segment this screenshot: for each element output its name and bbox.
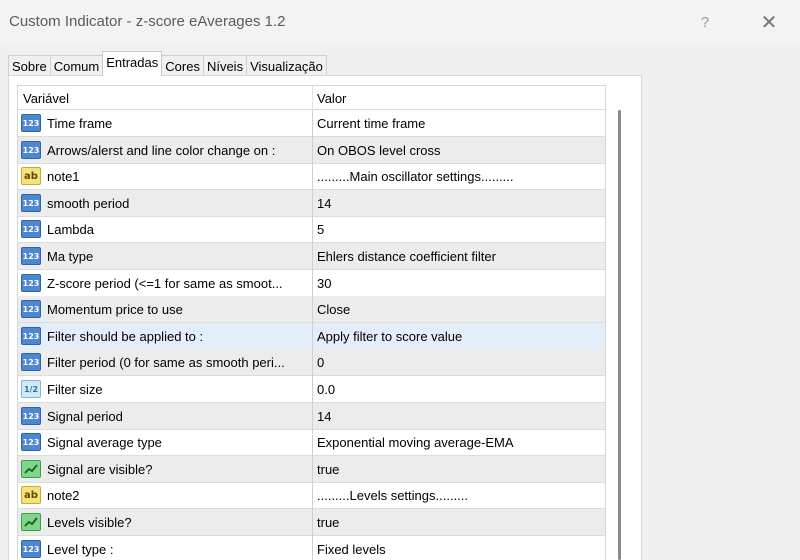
column-header-variable[interactable]: Variável [23,91,69,106]
variable-value[interactable]: 30 [317,276,602,291]
variable-name: Filter period (0 for same as smooth peri… [47,355,285,371]
table-row[interactable]: 123 Filter period (0 for same as smooth p… [18,349,605,377]
tab-strip: Sobre Comum Entradas Cores Níveis Visual… [8,51,327,76]
string-icon: ab [21,486,41,505]
variable-name: Arrows/alerst and line color change on : [47,142,276,158]
table-row[interactable]: ab note2 .........Levels settings......... [18,482,605,510]
string-icon: ab [21,167,41,186]
variable-name: Lambda [47,222,94,238]
variable-value[interactable]: Ehlers distance coefficient filter [317,249,602,264]
title-bar: Custom Indicator - z-score eAverages 1.2… [0,0,800,46]
table-row[interactable]: 123 Ma type Ehlers distance coefficient fi… [18,243,605,270]
grid-header: Variável Valor [18,86,605,110]
variable-value[interactable]: 0.0 [317,382,602,397]
int-icon: 123 [21,300,41,319]
tab-entradas[interactable]: Entradas [102,51,163,76]
table-row[interactable]: 123 Filter should be applied to : Apply fi… [18,322,605,350]
int-icon: 123 [21,220,41,239]
variable-name: Signal are visible? [47,461,153,477]
int-icon: 123 [21,539,41,558]
variable-value[interactable]: Current time frame [317,116,602,131]
table-row[interactable]: 1/2 Filter size 0.0 [18,376,605,403]
variable-name: Ma type [47,249,94,264]
table-row[interactable]: Levels visible? true [18,509,605,536]
table-row[interactable]: Signal are visible? true [18,455,605,483]
variable-value[interactable]: 14 [317,409,602,424]
variable-name: note1 [47,169,80,185]
variable-name: Level type : [47,541,114,557]
int-icon: 123 [21,433,41,452]
variable-name: Signal average type [47,435,162,451]
table-row[interactable]: ab note1 .........Main oscillator settings… [18,163,605,191]
variable-name: note2 [47,488,80,504]
variable-name: Signal period [47,408,123,424]
variable-value[interactable]: true [317,462,602,477]
tab-cores[interactable]: Cores [161,55,204,76]
int-icon: 123 [21,140,41,159]
variable-name: Momentum price to use [47,302,183,318]
variable-name: smooth period [47,195,130,211]
help-button[interactable]: ? [690,8,720,38]
variable-value[interactable]: true [317,515,602,530]
column-header-value[interactable]: Valor [317,91,346,106]
inputs-grid: Variável Valor 123 Time frame Current time… [17,85,606,560]
table-row[interactable]: 123 Lambda 5 [18,216,605,244]
variable-value[interactable]: 0 [317,355,602,370]
variable-value[interactable]: Exponential moving average-EMA [317,435,602,450]
table-row[interactable]: 123 Signal period 14 [18,402,605,430]
vertical-scrollbar[interactable] [618,110,621,560]
variable-value[interactable]: Apply filter to score value [317,329,602,344]
tab-niveis[interactable]: Níveis [202,55,248,76]
bool-icon [21,459,41,478]
table-row[interactable]: 123 Level type : Fixed levels [18,535,605,560]
bool-icon [21,513,41,531]
variable-name: Time frame [47,116,113,131]
tab-visualizacao[interactable]: Visualização [246,55,327,76]
tab-sobre[interactable]: Sobre [8,55,51,76]
double-icon: 1/2 [21,380,41,398]
int-icon: 123 [21,193,41,212]
variable-value[interactable]: Fixed levels [317,542,602,557]
table-row[interactable]: 123 Arrows/alerst and line color change o… [18,136,605,164]
table-row[interactable]: 123 Time frame Current time frame [18,110,605,137]
variable-value[interactable]: 5 [317,222,602,237]
close-button[interactable]: ✕ [752,8,786,38]
int-icon: 123 [21,114,41,132]
variable-value[interactable]: .........Levels settings......... [317,488,602,503]
int-icon: 123 [21,326,41,345]
variable-value[interactable]: Close [317,302,602,317]
table-row[interactable]: 123 Momentum price to use Close [18,296,605,324]
int-icon: 123 [21,273,41,292]
table-row[interactable]: 123 smooth period 14 [18,189,605,217]
variable-value[interactable]: 14 [317,196,602,211]
int-icon: 123 [21,406,41,425]
int-icon: 123 [21,353,41,372]
int-icon: 123 [21,247,41,265]
variable-value[interactable]: On OBOS level cross [317,143,602,158]
window-title: Custom Indicator - z-score eAverages 1.2 [9,13,286,30]
variable-name: Levels visible? [47,515,132,530]
variable-name: Filter should be applied to : [47,328,204,344]
variable-name: Filter size [47,382,103,397]
tab-comum[interactable]: Comum [49,55,104,76]
variable-name: Z-score period (<=1 for same as smoot... [47,275,283,291]
table-row[interactable]: 123 Signal average type Exponential moving… [18,429,605,457]
variable-value[interactable]: .........Main oscillator settings.......… [317,169,602,184]
table-row[interactable]: 123 Z-score period (<=1 for same as smoot… [18,269,605,297]
